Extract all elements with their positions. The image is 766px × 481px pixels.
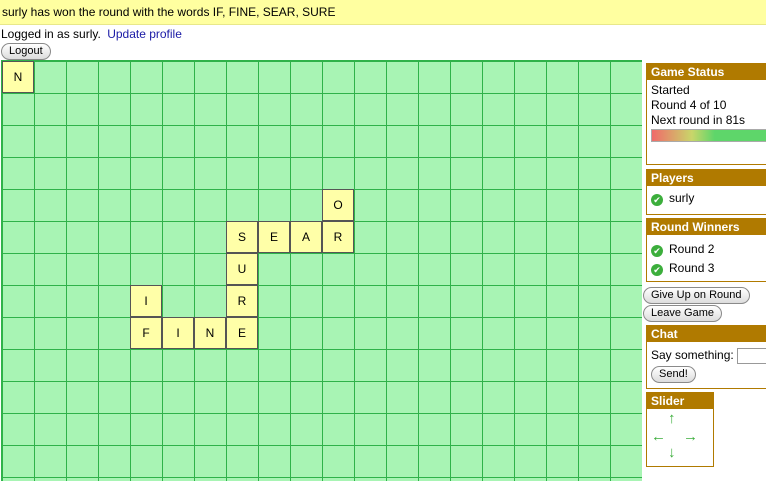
game-board[interactable]: NOSEARUIRFINE bbox=[1, 60, 642, 481]
round-counter: Round 4 of 10 bbox=[651, 98, 727, 112]
login-info: Logged in as surly. Update profile bbox=[1, 27, 182, 41]
logout-button[interactable]: Logout bbox=[1, 43, 51, 60]
game-status-panel: Game Status Started Round 4 of 10 Next r… bbox=[646, 63, 766, 165]
round-winner-label: Round 2 bbox=[669, 242, 715, 256]
arrow-right-icon[interactable]: → bbox=[683, 429, 698, 444]
letter-tile[interactable]: U bbox=[226, 253, 258, 285]
letter-tile[interactable]: A bbox=[290, 221, 322, 253]
players-title: Players bbox=[647, 170, 766, 186]
check-icon: ✔ bbox=[651, 264, 663, 276]
letter-tile[interactable]: R bbox=[226, 285, 258, 317]
letter-tile[interactable]: S bbox=[226, 221, 258, 253]
status-banner: surly has won the round with the words I… bbox=[0, 0, 766, 25]
round-winner-label: Round 3 bbox=[669, 261, 715, 275]
arrow-left-icon[interactable]: ← bbox=[651, 429, 666, 444]
letter-tile[interactable]: R bbox=[322, 221, 354, 253]
slider-control: ↑ ← → ↓ bbox=[647, 409, 713, 466]
chat-input[interactable] bbox=[737, 348, 766, 364]
letter-tile[interactable]: I bbox=[162, 317, 194, 349]
send-button[interactable]: Send! bbox=[651, 366, 696, 383]
leave-game-button[interactable]: Leave Game bbox=[643, 305, 722, 322]
give-up-button[interactable]: Give Up on Round bbox=[643, 287, 750, 304]
logged-in-text: Logged in as surly. bbox=[1, 27, 101, 41]
round-timer-bar bbox=[651, 129, 766, 142]
letter-tile[interactable]: E bbox=[226, 317, 258, 349]
update-profile-link[interactable]: Update profile bbox=[107, 27, 182, 41]
chat-title: Chat bbox=[647, 326, 766, 342]
letter-tile[interactable]: N bbox=[2, 61, 34, 93]
letter-tile[interactable]: E bbox=[258, 221, 290, 253]
player-name: surly bbox=[669, 191, 695, 205]
arrow-up-icon[interactable]: ↑ bbox=[668, 411, 676, 426]
game-status-title: Game Status bbox=[647, 64, 766, 80]
chat-prompt: Say something: bbox=[651, 348, 734, 363]
chat-panel: Chat Say something: Send! bbox=[646, 325, 766, 389]
player-item: ✔ surly bbox=[651, 191, 763, 206]
banner-message: surly has won the round with the words I… bbox=[2, 5, 336, 19]
round-winners-panel: Round Winners ✔ Round 2 ✔ Round 3 bbox=[646, 218, 766, 282]
round-winner-item: ✔ Round 2 bbox=[651, 240, 763, 259]
check-icon: ✔ bbox=[651, 245, 663, 257]
letter-tile[interactable]: N bbox=[194, 317, 226, 349]
slider-title: Slider bbox=[647, 393, 713, 409]
round-winner-item: ✔ Round 3 bbox=[651, 259, 763, 278]
slider-panel: Slider ↑ ← → ↓ bbox=[646, 392, 714, 467]
letter-tile[interactable]: F bbox=[130, 317, 162, 349]
check-icon: ✔ bbox=[651, 194, 663, 206]
arrow-down-icon[interactable]: ↓ bbox=[668, 445, 676, 460]
letter-tile[interactable]: O bbox=[322, 189, 354, 221]
players-panel: Players ✔ surly bbox=[646, 169, 766, 215]
game-state: Started bbox=[651, 83, 690, 97]
next-round-timer: Next round in 81s bbox=[651, 113, 746, 127]
letter-tile[interactable]: I bbox=[130, 285, 162, 317]
round-winners-title: Round Winners bbox=[647, 219, 766, 235]
